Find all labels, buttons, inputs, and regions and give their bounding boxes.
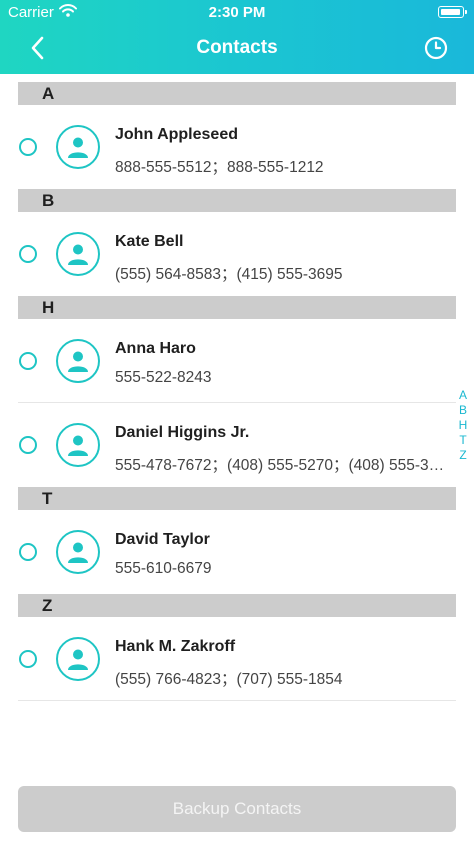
contact-row[interactable]: Daniel Higgins Jr. 555-478-7672；(408) 55…	[18, 403, 456, 487]
contact-phones: 888-555-5512；888-555-1212	[115, 159, 324, 176]
index-letter-a[interactable]: A	[459, 388, 467, 403]
contact-phones: 555-522-8243	[115, 369, 212, 386]
contact-name: Hank M. Zakroff	[115, 638, 236, 655]
page-title: Contacts	[196, 37, 278, 58]
person-icon	[68, 542, 88, 563]
contact-phones: 555-610-6679	[115, 560, 212, 577]
backup-contacts-button[interactable]: Backup Contacts	[18, 786, 456, 832]
section-header-z: Z	[18, 594, 456, 617]
contact-name: Anna Haro	[115, 340, 196, 357]
battery-icon	[438, 6, 467, 18]
contacts-list: A John Appleseed 888-555-5512；888-555-12…	[0, 82, 474, 701]
contact-name: David Taylor	[115, 531, 210, 548]
clock-icon	[424, 36, 448, 60]
section-header-t: T	[18, 487, 456, 510]
status-time: 2:30 PM	[208, 4, 266, 21]
index-letter-h[interactable]: H	[459, 418, 468, 433]
contact-phones: 555-478-7672；(408) 555-5270；(408) 555-35…	[115, 457, 451, 474]
section-header-a: A	[18, 82, 456, 105]
select-radio[interactable]	[19, 352, 37, 370]
contact-name: Daniel Higgins Jr.	[115, 424, 250, 441]
avatar	[56, 339, 100, 383]
contact-name: John Appleseed	[115, 126, 238, 143]
nav-header: Carrier 2:30 PM Contacts	[0, 0, 474, 74]
person-icon	[68, 351, 88, 372]
contact-row[interactable]: Anna Haro 555-522-8243	[18, 319, 456, 403]
history-button[interactable]	[422, 34, 450, 62]
select-radio[interactable]	[19, 138, 37, 156]
contact-phones: (555) 564-8583；(415) 555-3695	[115, 266, 343, 283]
contact-row[interactable]: David Taylor 555-610-6679	[18, 510, 456, 594]
index-letter-z[interactable]: Z	[459, 448, 466, 463]
section-header-h: H	[18, 296, 456, 319]
avatar	[56, 125, 100, 169]
index-letter-b[interactable]: B	[459, 403, 467, 418]
avatar	[56, 232, 100, 276]
section-index[interactable]: A B H T Z	[456, 388, 470, 463]
person-icon	[68, 244, 88, 265]
person-icon	[68, 435, 88, 456]
person-icon	[68, 649, 88, 670]
avatar	[56, 637, 100, 681]
avatar	[56, 530, 100, 574]
status-bar: Carrier 2:30 PM	[0, 0, 474, 26]
select-radio[interactable]	[19, 543, 37, 561]
select-radio[interactable]	[19, 245, 37, 263]
contact-row[interactable]: John Appleseed 888-555-5512；888-555-1212	[18, 105, 456, 189]
index-letter-t[interactable]: T	[459, 433, 466, 448]
contact-row[interactable]: Kate Bell (555) 564-8583；(415) 555-3695	[18, 212, 456, 296]
avatar	[56, 423, 100, 467]
section-header-b: B	[18, 189, 456, 212]
contact-name: Kate Bell	[115, 233, 184, 250]
select-radio[interactable]	[19, 650, 37, 668]
select-radio[interactable]	[19, 436, 37, 454]
contact-row[interactable]: Hank M. Zakroff (555) 766-4823；(707) 555…	[18, 617, 456, 701]
person-icon	[68, 137, 88, 158]
contact-phones: (555) 766-4823；(707) 555-1854	[115, 671, 343, 688]
